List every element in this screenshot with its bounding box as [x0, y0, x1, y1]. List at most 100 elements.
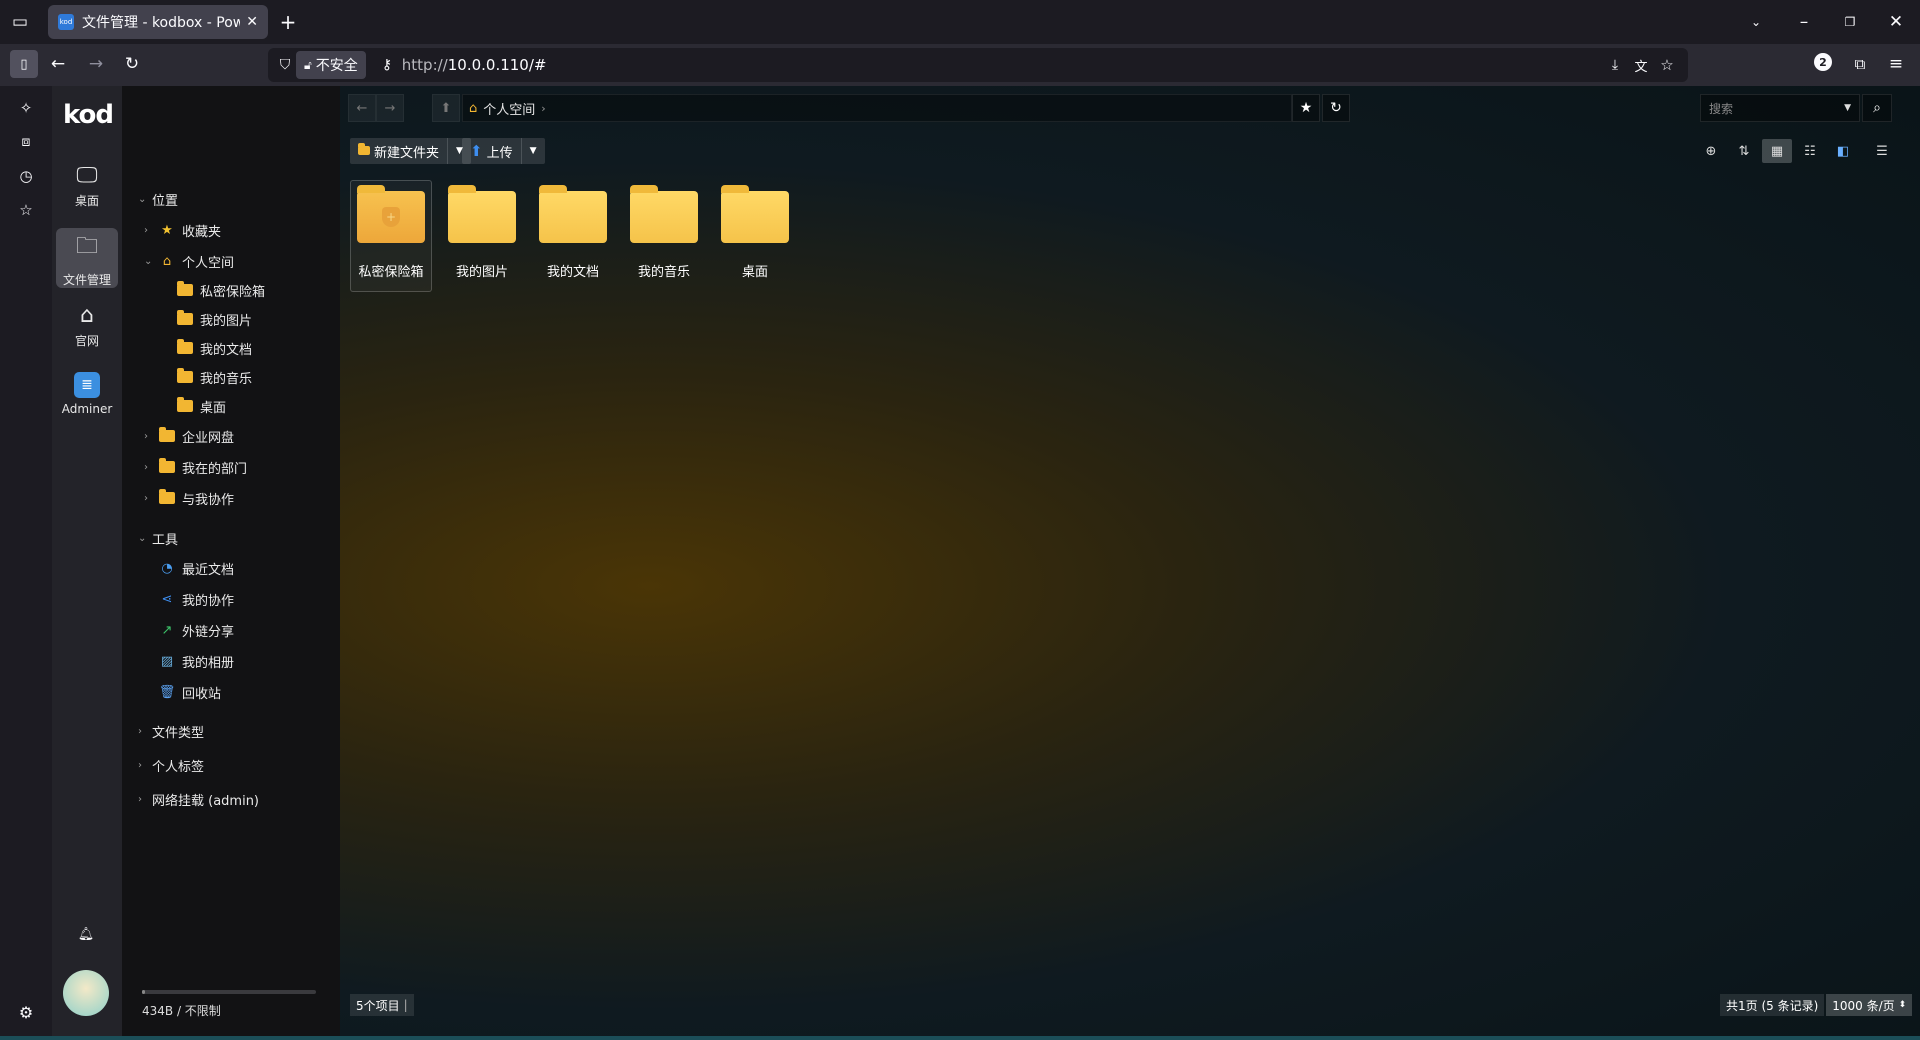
split-view-icon[interactable]: ◧: [1828, 139, 1858, 163]
tree-item-music[interactable]: 我的音乐: [176, 364, 252, 390]
tree-personal-tags[interactable]: › 个人标签: [138, 752, 204, 778]
tree-tool-link-share[interactable]: ↗ 外链分享: [158, 617, 234, 643]
per-page-select[interactable]: 1000 条/页 ⬍: [1826, 994, 1913, 1016]
tree-enterprise[interactable]: › 企业网盘: [144, 423, 234, 449]
quota-fill: [142, 990, 146, 994]
tree-tools-label: 工具: [152, 532, 179, 548]
folder-icon: 🗀︎: [75, 233, 98, 259]
quota-text: 434B / 不限制: [142, 1004, 221, 1018]
tree-item-vault[interactable]: 私密保险箱: [176, 277, 265, 303]
synced-tabs-icon[interactable]: ⧈: [14, 130, 38, 154]
security-label: 不安全: [315, 58, 358, 74]
file-item-music[interactable]: 我的音乐: [623, 180, 705, 292]
browser-tab[interactable]: kod 文件管理 - kodbox - Powered ✕: [48, 5, 268, 39]
bottom-edge: [0, 1036, 1920, 1040]
key-icon[interactable]: ⚷: [378, 56, 396, 74]
new-tab-icon[interactable]: +: [276, 10, 300, 34]
file-item-documents[interactable]: 我的文档: [532, 180, 614, 292]
new-folder-label: 新建文件夹: [374, 145, 440, 161]
list-view-icon[interactable]: ☷: [1795, 139, 1825, 163]
security-badge[interactable]: 🔓︎ 不安全: [296, 51, 366, 79]
bookmark-star-icon[interactable]: ☆: [1658, 56, 1676, 74]
path-address[interactable]: ⌂ 个人空间 ›: [462, 94, 1292, 122]
upload-button[interactable]: ⬆ 上传 ▼: [462, 138, 545, 164]
close-tab-icon[interactable]: ✕: [246, 14, 258, 30]
search-dropdown-icon[interactable]: ▼: [1844, 103, 1851, 113]
new-folder-button[interactable]: 新建文件夹 ▼: [350, 138, 472, 164]
chevron-down-icon: ⌄: [138, 193, 147, 205]
file-item-vault[interactable]: + 私密保险箱: [350, 180, 432, 292]
history-back-icon[interactable]: ←: [348, 94, 376, 122]
home-folder-icon: ⌂: [469, 100, 478, 116]
tree-item-pictures[interactable]: 我的图片: [176, 306, 252, 332]
bell-icon[interactable]: 🔔︎: [74, 922, 98, 946]
tree-tool-recent[interactable]: ◔ 最近文档: [158, 555, 234, 581]
nav-desktop[interactable]: 🖵︎ 桌面: [56, 156, 118, 216]
back-icon[interactable]: ←: [46, 52, 70, 76]
folder-icon: [176, 397, 194, 413]
folder-tree: ⌄ 位置 › ★ 收藏夹 ⌄ ⌂ 个人空间 私密保险箱 我的图片 我的文档 我的音乐 桌面…: [122, 86, 340, 1040]
download-icon[interactable]: ⤓: [1606, 56, 1624, 74]
pagination: 共1页 (5 条记录) 1000 条/页 ⬍: [1720, 994, 1913, 1016]
search-icon[interactable]: ⌕: [1862, 94, 1892, 122]
detail-panel-icon[interactable]: ☰: [1867, 139, 1897, 163]
tree-item-documents[interactable]: 我的文档: [176, 335, 252, 361]
url-text[interactable]: http://10.0.0.110/#: [402, 56, 547, 74]
nav-file-manager[interactable]: 🗀︎ 文件管理: [56, 228, 118, 288]
tree-personal-space[interactable]: ⌄ ⌂ 个人空间: [144, 248, 234, 274]
folder-icon: [158, 489, 176, 505]
chevron-right-icon: ›: [144, 430, 148, 442]
list-all-tabs-icon[interactable]: ⌄: [1744, 10, 1768, 34]
history-icon[interactable]: ◷: [14, 164, 38, 188]
tree-network-mount[interactable]: › 网络挂载 (admin): [138, 786, 259, 812]
tree-tool-album[interactable]: ▨ 我的相册: [158, 648, 234, 674]
tree-tool-collab[interactable]: ⋖ 我的协作: [158, 586, 234, 612]
tree-item-label: 桌面: [200, 400, 227, 416]
grid-view-icon[interactable]: ▦: [1762, 139, 1792, 163]
search-input[interactable]: 搜索 ▼: [1700, 94, 1860, 122]
tree-favorites[interactable]: › ★ 收藏夹: [144, 217, 221, 243]
sidebar-toggle-icon[interactable]: ▯: [10, 50, 38, 78]
tree-shared-with-me[interactable]: › 与我协作: [144, 485, 234, 511]
close-window-icon[interactable]: ✕: [1884, 10, 1908, 34]
ai-sparkle-icon[interactable]: ✧: [14, 96, 38, 120]
minimize-icon[interactable]: –: [1792, 10, 1816, 34]
settings-gear-icon[interactable]: ⚙: [14, 1000, 38, 1024]
tree-my-department[interactable]: › 我在的部门: [144, 454, 247, 480]
history-forward-icon[interactable]: →: [376, 94, 404, 122]
folder-icon: [176, 310, 194, 326]
url-bar[interactable]: ⛉ 🔓︎ 不安全 ⚷ http://10.0.0.110/# ⤓ 文 ☆: [268, 48, 1688, 82]
nav-official-site[interactable]: ⌂ 官网: [56, 296, 118, 356]
tree-personal-tags-label: 个人标签: [152, 759, 205, 775]
refresh-icon[interactable]: ↻: [1322, 94, 1350, 122]
nav-adminer[interactable]: ≣ Adminer: [56, 364, 118, 424]
share-icon: ⋖: [161, 591, 173, 607]
bookmarks-icon[interactable]: ☆: [14, 198, 38, 222]
upload-dropdown-icon[interactable]: ▼: [520, 138, 545, 164]
breadcrumb[interactable]: 个人空间: [483, 99, 535, 118]
file-item-desktop[interactable]: 桌面: [714, 180, 796, 292]
extensions-icon[interactable]: ⧉: [1848, 52, 1872, 76]
folder-icon: [158, 458, 176, 474]
forward-icon[interactable]: →: [84, 52, 108, 76]
tree-tools-header[interactable]: ⌄ 工具: [138, 525, 178, 551]
reload-icon[interactable]: ↻: [120, 52, 144, 76]
tree-item-desktop[interactable]: 桌面: [176, 393, 226, 419]
profile-badge[interactable]: 2: [1814, 53, 1832, 71]
menu-icon[interactable]: ≡: [1884, 52, 1908, 76]
favorite-star-icon[interactable]: ★: [1292, 94, 1320, 122]
restore-icon[interactable]: ❐: [1838, 10, 1862, 34]
tree-location-header[interactable]: ⌄ 位置: [138, 186, 178, 212]
avatar[interactable]: [63, 970, 109, 1016]
folder-icon: [721, 185, 789, 243]
tree-file-types[interactable]: › 文件类型: [138, 718, 204, 744]
file-item-pictures[interactable]: 我的图片: [441, 180, 523, 292]
shield-icon[interactable]: ⛉: [276, 56, 294, 74]
tab-list-icon[interactable]: ▭: [8, 10, 32, 34]
translate-icon[interactable]: 文: [1632, 56, 1650, 75]
sort-icon[interactable]: ⇅: [1729, 139, 1759, 163]
up-level-icon[interactable]: ⬆: [432, 94, 460, 122]
tree-tool-trash[interactable]: 🗑︎ 回收站: [158, 679, 221, 705]
zoom-icon[interactable]: ⊕: [1696, 139, 1726, 163]
tab-title: 文件管理 - kodbox - Powered: [82, 15, 241, 31]
